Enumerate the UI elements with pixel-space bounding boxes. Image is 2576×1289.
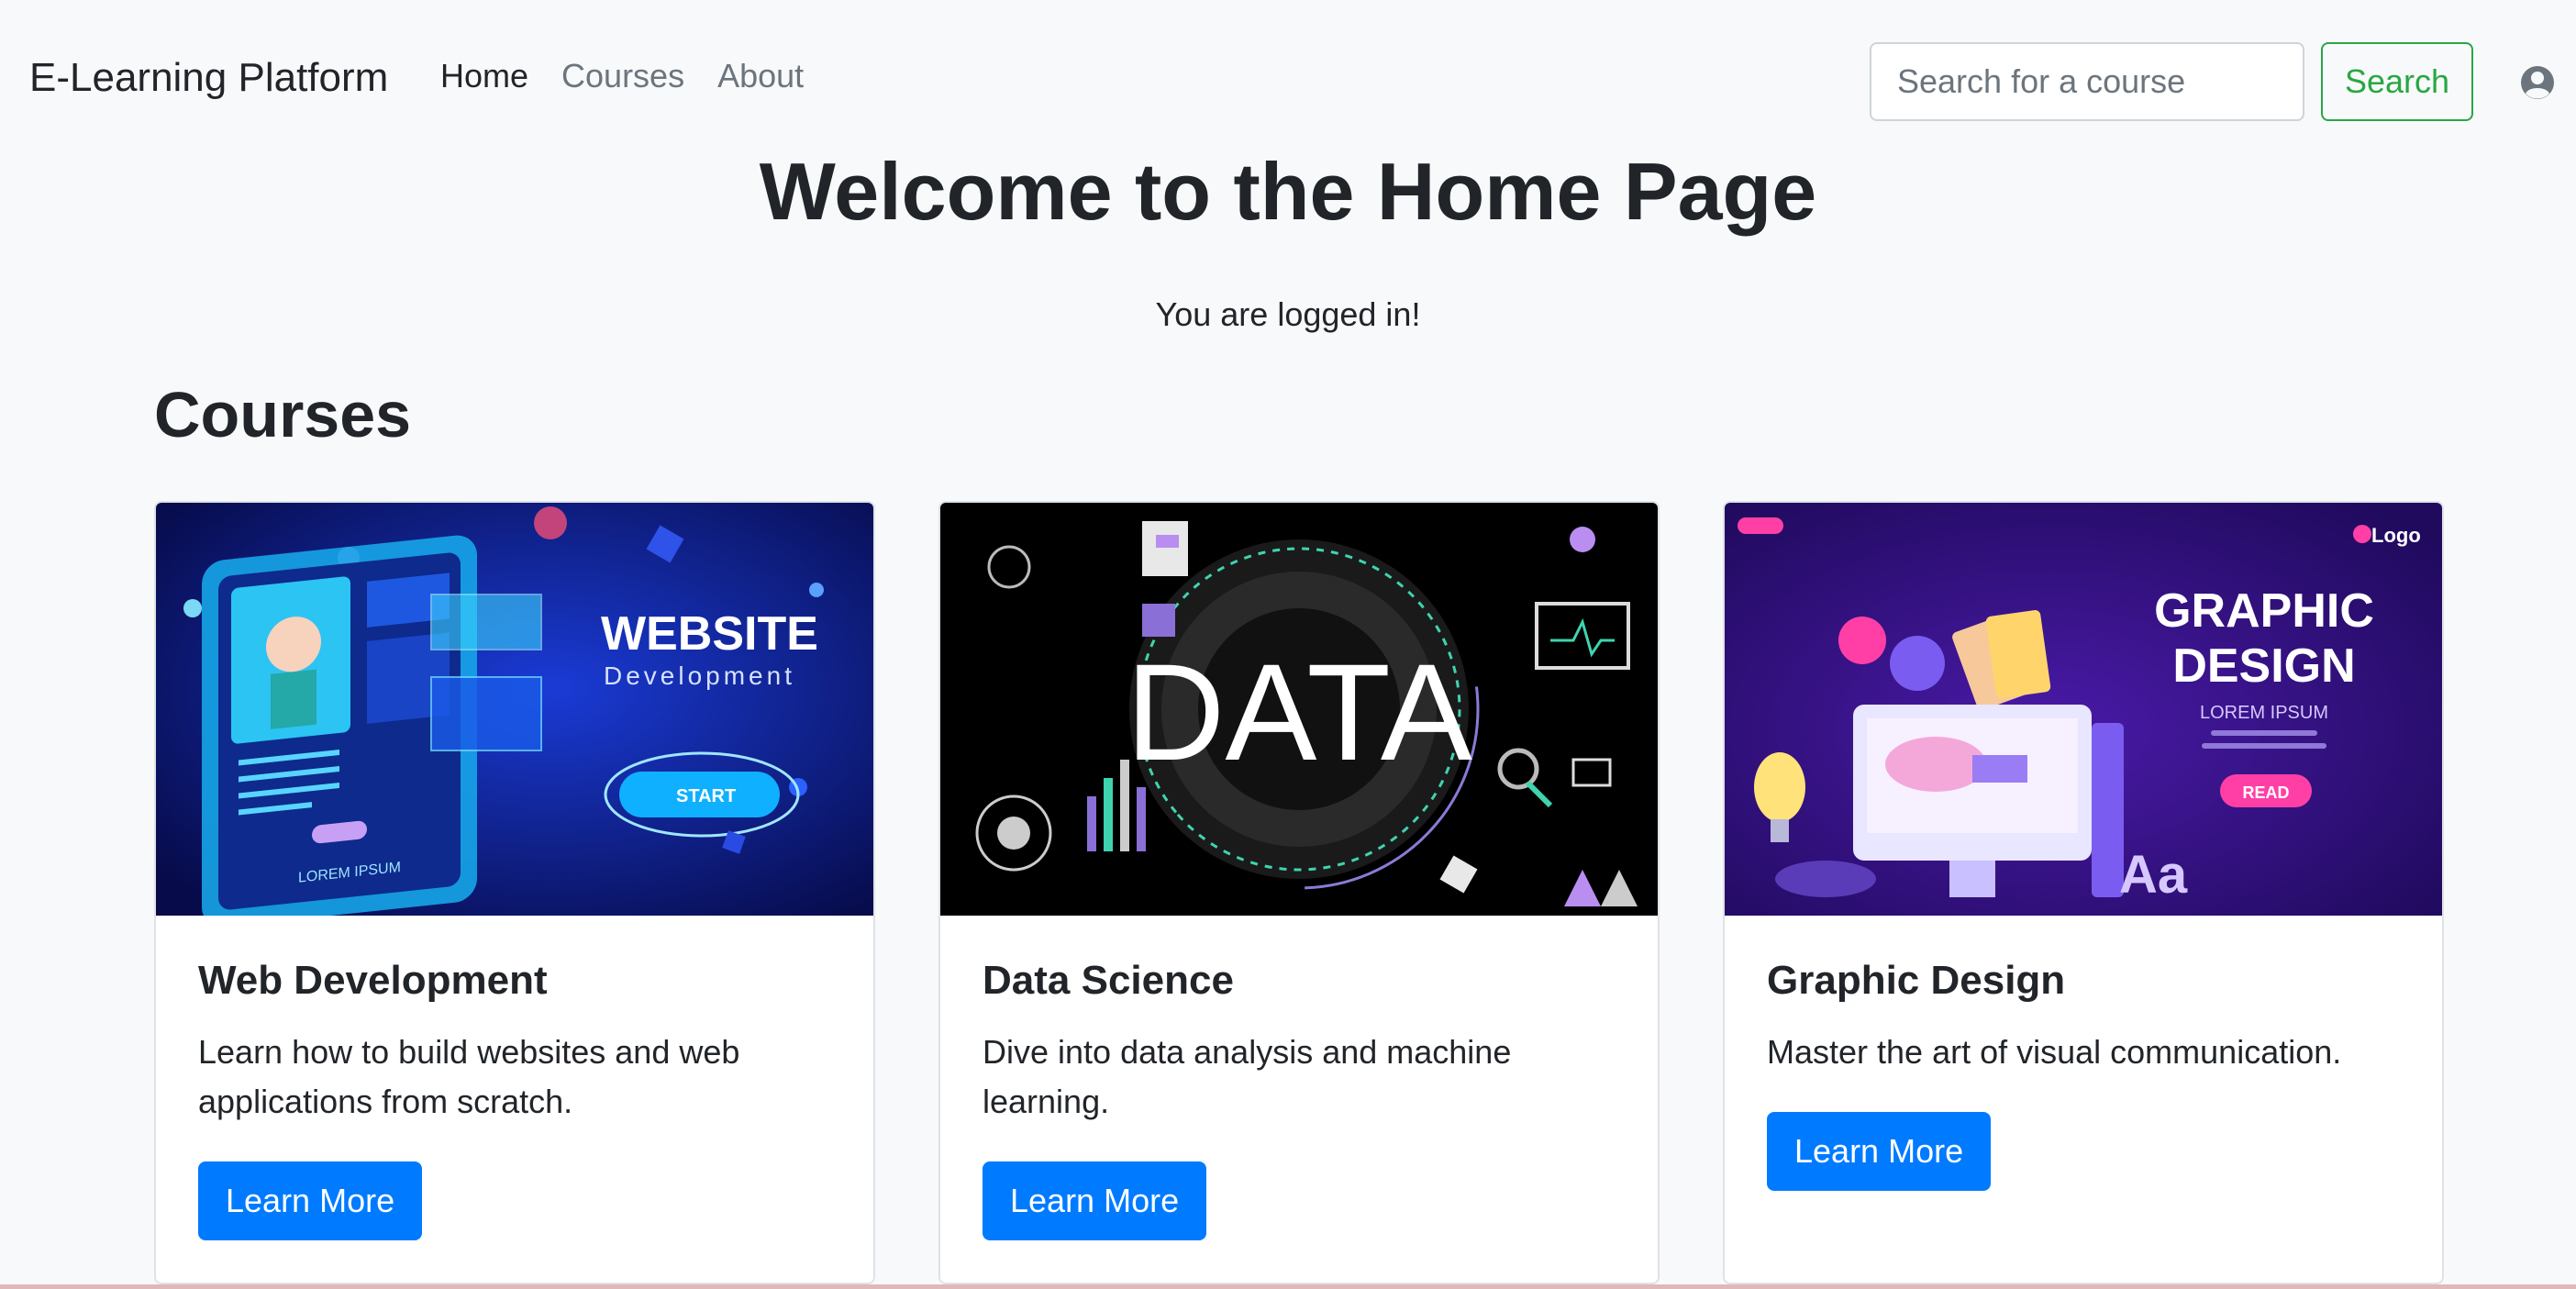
- courses-heading: Courses: [154, 379, 412, 450]
- course-title: Web Development: [198, 958, 548, 1003]
- graphic-design-image: Logo Aa GRAPHIC DESIGN LOREM IPSUM READ: [1725, 503, 2442, 916]
- graphic-image-read: READ: [2242, 783, 2289, 802]
- course-card-data-science: DATA Data Science Dive into data analysi…: [938, 501, 1660, 1284]
- course-description: Master the art of visual communication.: [1767, 1033, 2342, 1071]
- page-title: Welcome to the Home Page: [759, 146, 1817, 237]
- course-description: Learn how to build websites and web appl…: [198, 1033, 740, 1120]
- learn-more-button[interactable]: Learn More: [198, 1161, 423, 1240]
- graphic-image-subheading: LOREM IPSUM: [2200, 703, 2328, 723]
- nav-link-home[interactable]: Home: [440, 57, 528, 95]
- search-button[interactable]: Search: [2321, 42, 2473, 121]
- course-card-graphic-design: Logo Aa GRAPHIC DESIGN LOREM IPSUM READ …: [1723, 501, 2444, 1284]
- brand-logo[interactable]: E-Learning Platform: [29, 55, 388, 101]
- card-body: Data Science Dive into data analysis and…: [940, 916, 1658, 1283]
- learn-more-button[interactable]: Learn More: [1767, 1112, 1992, 1191]
- page-bottom-divider: [0, 1284, 2576, 1289]
- navbar: E-Learning Platform Home Courses About S…: [0, 0, 2576, 169]
- login-status-text: You are logged in!: [1155, 295, 1421, 333]
- web-development-image: LOREM IPSUM WEBSITE Development START: [156, 503, 873, 916]
- course-title: Data Science: [983, 958, 1234, 1003]
- graphic-image-logo: Logo: [2371, 524, 2421, 547]
- nav-links: Home Courses About: [440, 57, 804, 95]
- graphic-image-sample: Aa: [2119, 845, 2188, 905]
- course-description: Dive into data analysis and machine lear…: [983, 1033, 1512, 1120]
- learn-more-button[interactable]: Learn More: [983, 1161, 1207, 1240]
- web-image-start: START: [676, 786, 736, 806]
- graphic-image-heading-2: DESIGN: [2172, 639, 2355, 693]
- nav-link-about[interactable]: About: [717, 57, 804, 95]
- data-image-heading: DATA: [1126, 635, 1472, 789]
- data-science-image: DATA: [940, 503, 1658, 916]
- user-circle-icon[interactable]: [2519, 64, 2556, 101]
- graphic-image-heading-1: GRAPHIC: [2154, 584, 2374, 638]
- card-body: Web Development Learn how to build websi…: [156, 916, 873, 1283]
- course-title: Graphic Design: [1767, 958, 2066, 1003]
- web-image-heading: WEBSITE: [601, 607, 818, 661]
- nav-link-courses[interactable]: Courses: [561, 57, 684, 95]
- course-card-web-development: LOREM IPSUM WEBSITE Development START We…: [154, 501, 875, 1284]
- search-input[interactable]: [1870, 42, 2304, 121]
- card-body: Graphic Design Master the art of visual …: [1725, 916, 2442, 1233]
- web-image-subheading: Development: [604, 661, 795, 690]
